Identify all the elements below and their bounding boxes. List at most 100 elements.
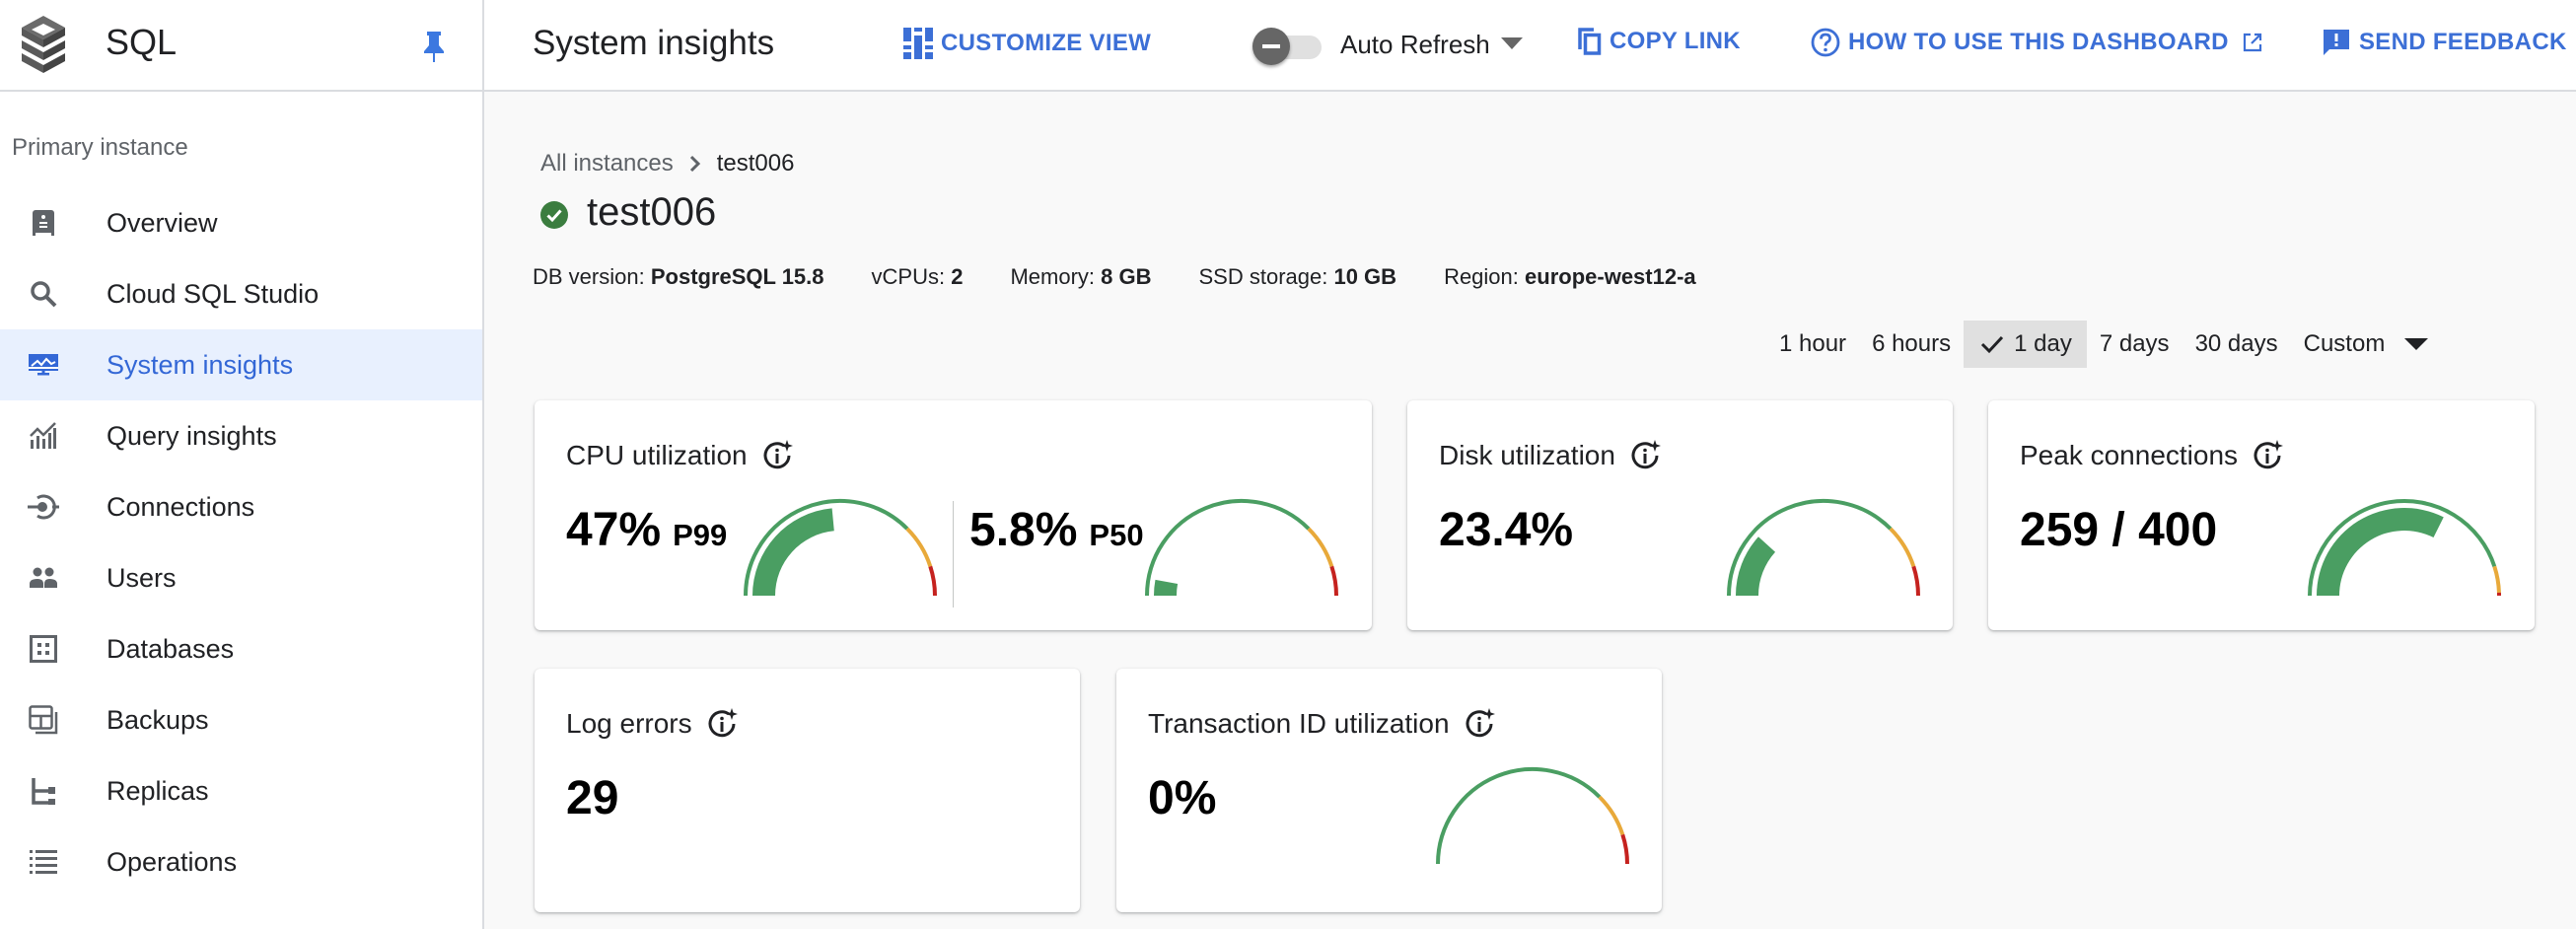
sidebar-item-system-insights[interactable]: System insights — [0, 329, 482, 400]
gauge-track-warning — [2492, 565, 2501, 594]
time-range-30-days[interactable]: 30 days — [2182, 321, 2291, 368]
time-range-1-day[interactable]: 1 day — [1964, 321, 2087, 368]
card-title-text: Peak connections — [2020, 440, 2239, 470]
log-errors-card: Log errors 29 — [535, 669, 1080, 912]
time-range-1-hour[interactable]: 1 hour — [1766, 321, 1859, 368]
transaction-id-utilization-card: Transaction ID utilization 0% — [1116, 669, 1662, 912]
sidebar-item-users[interactable]: Users — [0, 542, 482, 613]
page-title: System insights — [533, 24, 775, 62]
sidebar-item-label: Backups — [107, 704, 209, 735]
card-title: Transaction ID utilization — [1148, 708, 1495, 740]
send-feedback-button[interactable]: SEND FEEDBACK — [2322, 28, 2567, 57]
cpu-p99-gauge — [744, 499, 937, 597]
spec-db-version: DB version: PostgreSQL 15.8 — [533, 264, 824, 289]
instance-name: test006 — [587, 190, 717, 234]
customize-view-button[interactable]: CUSTOMIZE VIEW — [903, 28, 1151, 59]
overview-icon — [28, 209, 59, 237]
gauge-track-critical — [1911, 565, 1920, 597]
gauge-value-fill — [2317, 508, 2444, 596]
sidebar-item-label: System insights — [107, 349, 294, 380]
ai-info-icon[interactable] — [708, 708, 738, 740]
sidebar: SQL Primary instance Overview Cloud SQL … — [0, 0, 484, 929]
list-icon — [28, 848, 59, 876]
ai-info-icon[interactable] — [763, 440, 793, 471]
chevron-right-icon — [689, 155, 701, 173]
breadcrumb-current: test006 — [716, 150, 795, 177]
gauge-track-critical — [1329, 565, 1338, 597]
time-range-6-hours[interactable]: 6 hours — [1859, 321, 1964, 368]
disk-utilization-gauge — [1727, 499, 1920, 597]
sidebar-item-label: Replicas — [107, 775, 209, 806]
card-title-text: CPU utilization — [566, 440, 748, 470]
auto-refresh-dropdown-icon[interactable] — [1501, 37, 1523, 49]
users-icon — [28, 564, 59, 592]
spec-region: Region: europe-west12-a — [1444, 264, 1696, 289]
time-range-custom[interactable]: Custom — [2291, 321, 2442, 368]
instance-specs: DB version: PostgreSQL 15.8 vCPUs: 2 Mem… — [533, 264, 1744, 290]
ai-info-icon[interactable] — [1466, 708, 1495, 740]
sidebar-item-query-insights[interactable]: Query insights — [0, 400, 482, 471]
auto-refresh-label[interactable]: Auto Refresh — [1340, 30, 1490, 60]
time-range-selector: 1 hour 6 hours 1 day 7 days 30 days Cust… — [1766, 321, 2441, 368]
query-insights-icon — [28, 422, 59, 450]
gauge-value-fill — [752, 508, 834, 596]
transaction-id-utilization-value: 0% — [1148, 772, 1217, 824]
card-title-text: Log errors — [566, 708, 692, 739]
how-to-use-dashboard-link[interactable]: HOW TO USE THIS DASHBOARD — [1811, 28, 2262, 57]
gauge-track-warning — [905, 527, 933, 567]
help-icon — [1811, 28, 1840, 57]
card-title: Peak connections — [2020, 440, 2284, 471]
section-label: Primary instance — [12, 134, 188, 161]
sidebar-item-overview[interactable]: Overview — [0, 187, 482, 258]
divider — [953, 501, 954, 607]
connections-icon — [28, 493, 59, 521]
transaction-id-gauge — [1436, 767, 1629, 865]
sidebar-item-databases[interactable]: Databases — [0, 613, 482, 684]
copy-icon — [1578, 28, 1602, 55]
gauge-track-critical — [928, 565, 937, 597]
cpu-utilization-card: CPU utilization 47% P99 5.8% P50 — [535, 400, 1372, 630]
check-circle-icon — [540, 200, 568, 229]
spec-vcpus: vCPUs: 2 — [871, 264, 964, 289]
gauge-track-warning — [1307, 527, 1334, 567]
peak-connections-value: 259 / 400 — [2020, 504, 2218, 556]
sidebar-item-label: Cloud SQL Studio — [107, 278, 320, 309]
card-title-text: Disk utilization — [1439, 440, 1615, 470]
card-title-text: Transaction ID utilization — [1148, 708, 1450, 739]
check-icon — [1981, 335, 2004, 354]
send-feedback-label: SEND FEEDBACK — [2359, 29, 2567, 55]
pin-icon[interactable] — [422, 30, 446, 63]
dashboard-customize-icon — [903, 28, 933, 59]
sidebar-item-label: Operations — [107, 846, 238, 877]
sidebar-item-label: Users — [107, 562, 177, 593]
spec-memory: Memory: 8 GB — [1010, 264, 1152, 289]
copy-link-button[interactable]: COPY LINK — [1578, 28, 1741, 55]
toggle-knob — [1252, 28, 1290, 65]
breadcrumb-all-instances[interactable]: All instances — [540, 150, 674, 178]
card-title: CPU utilization — [566, 440, 793, 471]
ai-info-icon[interactable] — [2254, 440, 2284, 471]
time-range-7-days[interactable]: 7 days — [2087, 321, 2182, 368]
spec-ssd-storage: SSD storage: 10 GB — [1198, 264, 1397, 289]
disk-utilization-value: 23.4% — [1439, 504, 1574, 556]
sidebar-item-cloud-sql-studio[interactable]: Cloud SQL Studio — [0, 258, 482, 329]
sidebar-item-replicas[interactable]: Replicas — [0, 755, 482, 826]
disk-utilization-card: Disk utilization 23.4% — [1407, 400, 1953, 630]
gauge-track-warning — [1889, 527, 1916, 567]
instance-title: test006 — [540, 190, 716, 235]
sidebar-item-connections[interactable]: Connections — [0, 471, 482, 542]
auto-refresh-toggle[interactable] — [1252, 28, 1324, 65]
ai-info-icon[interactable] — [1631, 440, 1661, 471]
gauge-value-fill — [1154, 579, 1179, 596]
gauge-track-warning — [1598, 795, 1625, 835]
sidebar-item-label: Connections — [107, 491, 255, 522]
customize-view-label: CUSTOMIZE VIEW — [941, 30, 1152, 56]
card-title: Disk utilization — [1439, 440, 1661, 471]
sidebar-item-operations[interactable]: Operations — [0, 826, 482, 897]
gauge-track-normal — [1145, 499, 1311, 597]
monitor-icon — [28, 351, 59, 379]
sidebar-item-backups[interactable]: Backups — [0, 684, 482, 755]
cpu-p50-label: P50 — [1089, 518, 1144, 552]
gauge-track-critical — [1620, 833, 1629, 865]
sidebar-nav: Overview Cloud SQL Studio System insight… — [0, 187, 482, 897]
